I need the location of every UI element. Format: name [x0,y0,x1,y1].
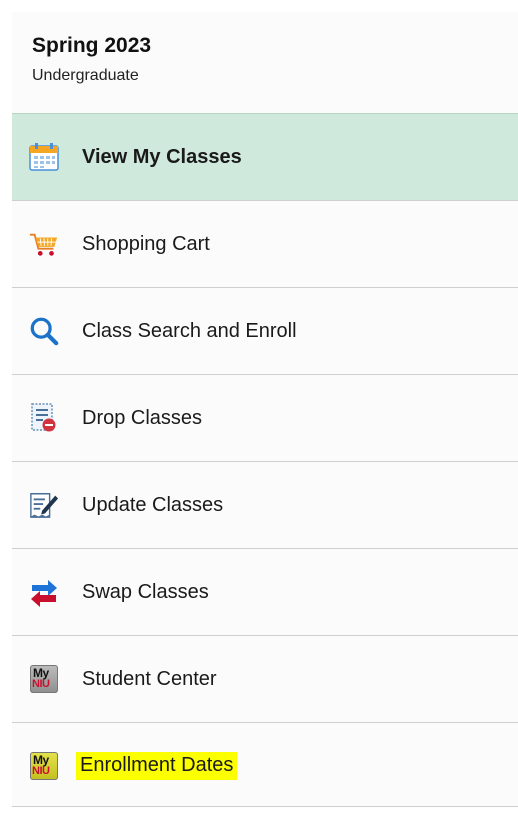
nav-item-label-highlighted: Enrollment Dates [76,752,238,780]
term-level: Undergraduate [32,67,139,84]
myniu-logo-icon: My NIU [29,751,59,781]
nav-item-drop-classes[interactable]: Drop Classes [12,374,518,461]
nav-item-view-my-classes[interactable]: View My Classes [12,113,518,200]
cart-icon [29,229,59,259]
divider [12,806,518,807]
myniu-logo-icon: My NIU [29,664,59,694]
top-margin [0,0,518,12]
nav-item-label: Swap Classes [82,580,209,603]
search-icon [29,316,59,346]
swap-arrows-icon [29,577,59,607]
term-title: Spring 2023 [32,34,152,57]
term-header[interactable]: Spring 2023 Undergraduate [12,12,518,113]
nav-item-label: Student Center [82,667,217,690]
calendar-icon [29,142,59,172]
nav-item-label: Drop Classes [82,406,203,429]
sidebar: Spring 2023 Undergraduate View My Classe… [12,12,518,807]
nav-item-label: Shopping Cart [82,232,210,255]
nav-item-class-search[interactable]: Class Search and Enroll [12,287,518,374]
drop-document-icon [29,403,59,433]
enrollment-panel: Spring 2023 Undergraduate View My Classe… [0,0,518,819]
nav-item-swap-classes[interactable]: Swap Classes [12,548,518,635]
nav-item-shopping-cart[interactable]: Shopping Cart [12,200,518,287]
nav-item-label: Update Classes [82,493,224,516]
edit-document-icon [29,490,59,520]
nav-item-update-classes[interactable]: Update Classes [12,461,518,548]
nav-item-enrollment-dates[interactable]: My NIU Enrollment Dates [12,722,518,809]
nav-item-label: Class Search and Enroll [82,319,297,342]
nav-item-label: View My Classes [82,145,242,168]
nav-item-student-center[interactable]: My NIU Student Center [12,635,518,722]
